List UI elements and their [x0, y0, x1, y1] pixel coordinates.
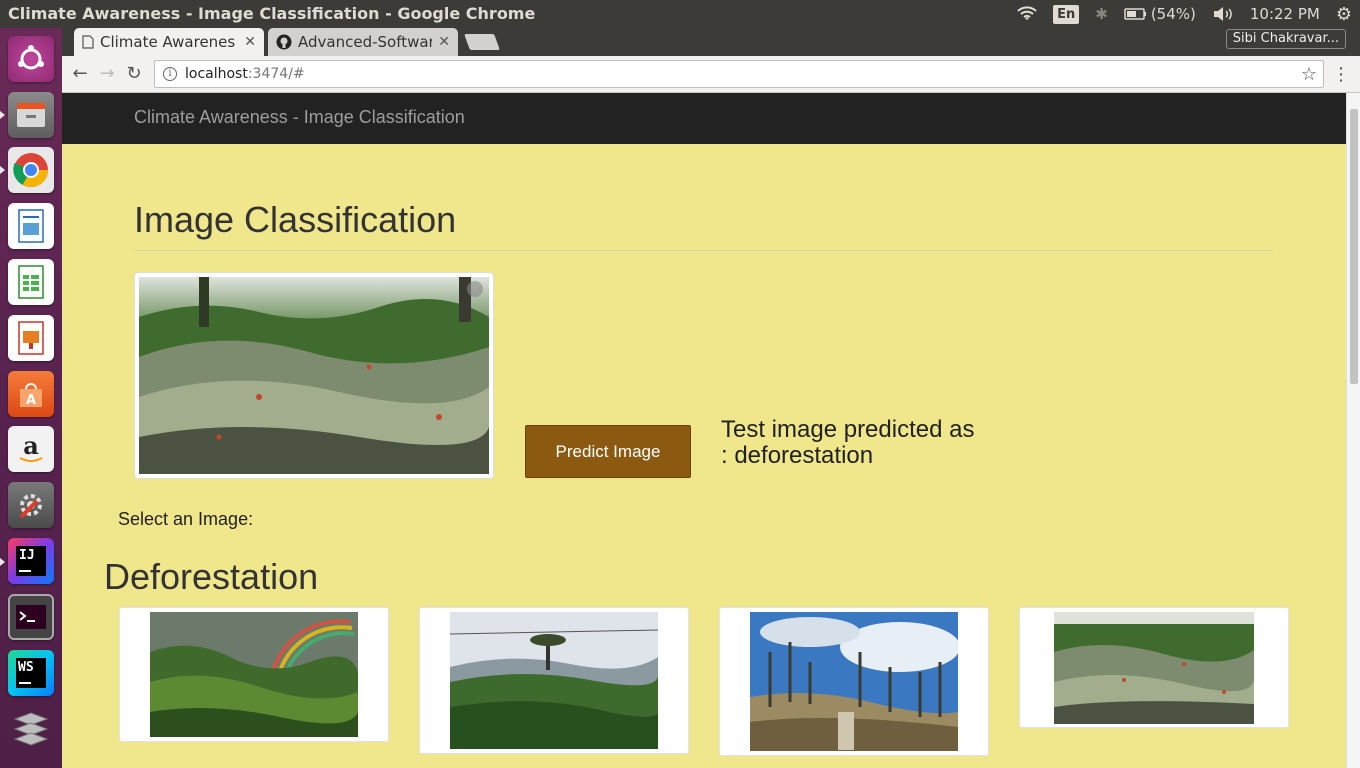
tab-strip: Climate Awarenes ✕ Advanced-Softwar ✕ Si… — [62, 28, 1360, 56]
amazon-icon[interactable]: a — [8, 426, 54, 472]
intellij-glyph: IJ — [16, 546, 46, 576]
system-tray: En ✱ (54%) 10:22 PM ⚙ — [1009, 0, 1360, 28]
selected-image — [134, 272, 494, 479]
navbar-brand[interactable]: Climate Awareness - Image Classification — [134, 107, 465, 128]
palm-plantation-photo[interactable] — [450, 612, 658, 749]
webstorm-icon[interactable]: WS — [8, 650, 54, 696]
divider — [134, 250, 1273, 251]
settings-icon[interactable] — [8, 482, 54, 528]
site-navbar: Climate Awareness - Image Classification — [62, 93, 1346, 144]
prediction-line-2: : deforestation — [721, 442, 874, 469]
terminal-icon[interactable] — [8, 594, 54, 640]
close-tab-icon[interactable]: ✕ — [438, 34, 450, 50]
intellij-icon[interactable]: IJ — [8, 538, 54, 584]
profile-button[interactable]: Sibi Chakravar... — [1225, 29, 1346, 49]
webstorm-glyph: WS — [16, 658, 46, 688]
address-bar[interactable]: i localhost:3474/# ☆ — [154, 60, 1324, 88]
browser-toolbar: ← → ↻ i localhost:3474/# ☆ ⋮ — [62, 56, 1360, 93]
battery-icon — [1124, 8, 1146, 20]
calc-icon[interactable] — [8, 259, 54, 305]
new-tab-button[interactable] — [464, 34, 500, 50]
tab-label: Climate Awarenes — [100, 33, 236, 51]
browser-window: Climate Awarenes ✕ Advanced-Softwar ✕ Si… — [62, 28, 1360, 768]
tab-climate-awareness[interactable]: Climate Awarenes ✕ — [74, 28, 264, 56]
session-gear-icon[interactable]: ⚙ — [1328, 0, 1360, 28]
close-tab-icon[interactable]: ✕ — [244, 34, 256, 50]
writer-icon[interactable] — [8, 203, 54, 249]
ubuntu-icon[interactable] — [8, 36, 54, 82]
system-top-bar: Climate Awareness - Image Classification… — [0, 0, 1360, 28]
image-card[interactable] — [719, 607, 989, 756]
moss-forest-photo — [139, 277, 489, 474]
svg-text:a: a — [23, 432, 39, 460]
impress-icon[interactable] — [8, 315, 54, 361]
section-title: Deforestation — [104, 556, 319, 597]
predict-image-button[interactable]: Predict Image — [525, 425, 691, 478]
site-info-icon[interactable]: i — [163, 67, 177, 81]
bookmark-star-icon[interactable]: ☆ — [1301, 64, 1317, 85]
battery-indicator[interactable]: (54%) — [1116, 0, 1204, 28]
github-icon — [276, 34, 292, 50]
software-center-icon[interactable]: A — [8, 371, 54, 417]
bluetooth-icon[interactable]: ✱ — [1087, 0, 1116, 28]
url-text[interactable]: localhost:3474/# — [185, 66, 305, 82]
page-viewport: Climate Awareness - Image Classification… — [62, 93, 1360, 768]
window-title: Climate Awareness - Image Classification… — [8, 4, 536, 23]
rainforest-rainbow-photo[interactable] — [150, 612, 358, 737]
prediction-result: Test image predicted as : deforestation — [721, 417, 1021, 469]
moss-ground-photo[interactable] — [1054, 612, 1254, 724]
tab-advanced-software[interactable]: Advanced-Softwar ✕ — [268, 28, 458, 56]
url-path: :3474/# — [247, 66, 305, 82]
tab-label: Advanced-Softwar — [298, 33, 433, 51]
clock[interactable]: 10:22 PM — [1242, 0, 1328, 28]
image-card[interactable] — [1019, 607, 1289, 728]
workspaces-icon[interactable] — [8, 706, 54, 752]
page-icon — [82, 35, 94, 49]
url-host: localhost — [185, 66, 248, 82]
keyboard-layout-label: En — [1053, 4, 1080, 24]
keyboard-layout-indicator[interactable]: En — [1045, 0, 1087, 28]
chrome-menu-icon[interactable]: ⋮ — [1332, 64, 1350, 85]
select-image-label: Select an Image: — [118, 509, 254, 529]
page-scrollbar[interactable] — [1346, 93, 1360, 768]
unity-launcher: A a IJ WS — [0, 28, 62, 768]
wifi-icon[interactable] — [1009, 0, 1045, 28]
prediction-line-1: Test image predicted as — [721, 416, 975, 443]
volume-icon[interactable] — [1204, 0, 1242, 28]
forward-arrow-icon[interactable]: → — [97, 64, 117, 84]
files-icon[interactable] — [8, 92, 54, 138]
scrollbar-thumb[interactable] — [1350, 109, 1358, 384]
svg-text:A: A — [26, 393, 36, 408]
image-card[interactable] — [419, 607, 689, 754]
back-arrow-icon[interactable]: ← — [70, 64, 90, 84]
image-card[interactable] — [119, 607, 389, 742]
page-title: Image Classification — [134, 199, 457, 240]
deforested-stumps-photo[interactable] — [750, 612, 958, 751]
chrome-icon[interactable] — [8, 147, 54, 193]
battery-percent: (54%) — [1150, 5, 1196, 23]
reload-icon[interactable]: ↻ — [124, 64, 144, 84]
